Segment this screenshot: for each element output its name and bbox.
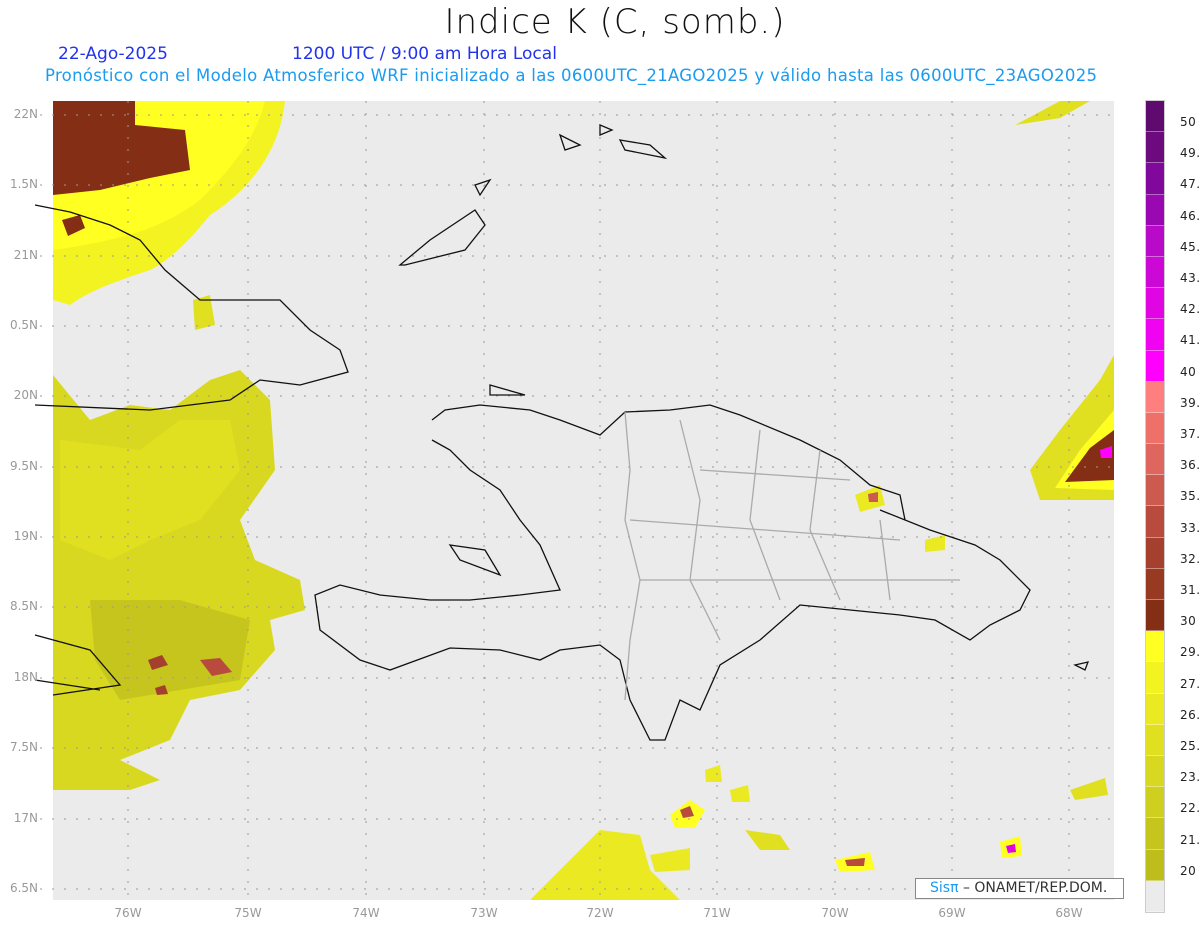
colorbar-swatch xyxy=(1146,412,1164,445)
colorbar-label: 31.3 xyxy=(1180,583,1200,597)
lat-label: 0.5N xyxy=(9,318,38,332)
lat-label: 1.5N xyxy=(9,177,38,191)
colorbar-swatch xyxy=(1146,724,1164,756)
credit-text: – ONAMET/REP.DOM. xyxy=(958,880,1108,896)
colorbar-label: 33.9 xyxy=(1180,520,1200,535)
colorbar-swatch xyxy=(1146,537,1164,569)
colorbar-swatch xyxy=(1146,256,1164,289)
lon-label: 70W xyxy=(821,906,849,920)
colorbar-swatch xyxy=(1146,849,1164,881)
colorbar xyxy=(1145,100,1165,913)
colorbar-swatch xyxy=(1146,225,1164,257)
colorbar-label: 29.1 xyxy=(1180,645,1200,660)
colorbar-label: 22.6 xyxy=(1180,801,1200,816)
colorbar-swatch xyxy=(1146,163,1164,195)
colorbar-label: 46.5 xyxy=(1180,208,1200,223)
colorbar-label: 35.2 xyxy=(1180,489,1200,504)
lat-label: 18N xyxy=(13,670,38,684)
lat-label: 17N xyxy=(13,811,38,825)
colorbar-swatch xyxy=(1146,350,1164,382)
colorbar-swatch xyxy=(1146,101,1164,133)
colorbar-label: 49.1 xyxy=(1180,146,1200,161)
lat-label: 7.5N xyxy=(9,740,38,754)
colorbar-label: 23.9 xyxy=(1180,770,1200,785)
lon-label: 69W xyxy=(938,906,966,920)
lat-label: 8.5N xyxy=(9,599,38,613)
colorbar-label: 37.8 xyxy=(1180,427,1200,441)
credit-box: Sisπ – ONAMET/REP.DOM. xyxy=(915,878,1124,899)
lat-label: 22N xyxy=(13,107,38,121)
colorbar-swatch xyxy=(1146,600,1164,632)
colorbar-label: 39.1 xyxy=(1180,395,1200,410)
lon-label: 68W xyxy=(1055,906,1083,920)
lon-label: 74W xyxy=(352,906,380,920)
lat-label: 20N xyxy=(13,388,38,402)
lat-label: 6.5N xyxy=(9,881,38,895)
colorbar-swatch xyxy=(1146,818,1164,850)
lon-label: 72W xyxy=(586,906,614,920)
lon-label: 76W xyxy=(114,906,142,920)
colorbar-label: 36.5 xyxy=(1180,458,1200,473)
colorbar-label: 30 xyxy=(1180,614,1197,629)
colorbar-label: 47.8 xyxy=(1180,177,1200,192)
colorbar-swatch xyxy=(1146,194,1164,226)
colorbar-label: 50 xyxy=(1180,115,1197,129)
lon-label: 73W xyxy=(470,906,498,920)
colorbar-swatch-below xyxy=(1146,880,1164,912)
lon-label: 75W xyxy=(234,906,262,920)
colorbar-swatch xyxy=(1146,631,1164,663)
colorbar-label: 27.8 xyxy=(1180,676,1200,691)
map-plot xyxy=(34,101,1114,905)
colorbar-swatch xyxy=(1146,381,1164,413)
colorbar-swatch xyxy=(1146,755,1164,788)
lon-label: 71W xyxy=(703,906,731,920)
colorbar-label: 21.3 xyxy=(1180,832,1200,847)
colorbar-swatch xyxy=(1146,568,1164,600)
colorbar-swatch xyxy=(1146,319,1164,351)
colorbar-label: 42.6 xyxy=(1180,302,1200,317)
lat-label: 19N xyxy=(13,529,38,543)
colorbar-label: 26.5 xyxy=(1180,707,1200,722)
credit-brand: Sisπ xyxy=(930,880,959,896)
colorbar-label: 25.2 xyxy=(1180,739,1200,753)
colorbar-swatch xyxy=(1146,444,1164,476)
colorbar-label: 32.6 xyxy=(1180,551,1200,566)
colorbar-swatch xyxy=(1146,506,1164,538)
colorbar-swatch xyxy=(1146,662,1164,694)
colorbar-label: 40 xyxy=(1180,364,1197,379)
colorbar-label: 20 xyxy=(1180,863,1197,878)
colorbar-label: 41.3 xyxy=(1180,333,1200,348)
colorbar-swatch xyxy=(1146,288,1164,320)
lat-label: 9.5N xyxy=(9,459,38,473)
colorbar-label: 45.2 xyxy=(1180,239,1200,254)
colorbar-swatch xyxy=(1146,693,1164,725)
lat-label: 21N xyxy=(13,248,38,262)
colorbar-label: 43.9 xyxy=(1180,271,1200,285)
colorbar-swatch xyxy=(1146,132,1164,164)
colorbar-swatch xyxy=(1146,787,1164,819)
colorbar-swatch xyxy=(1146,475,1164,507)
